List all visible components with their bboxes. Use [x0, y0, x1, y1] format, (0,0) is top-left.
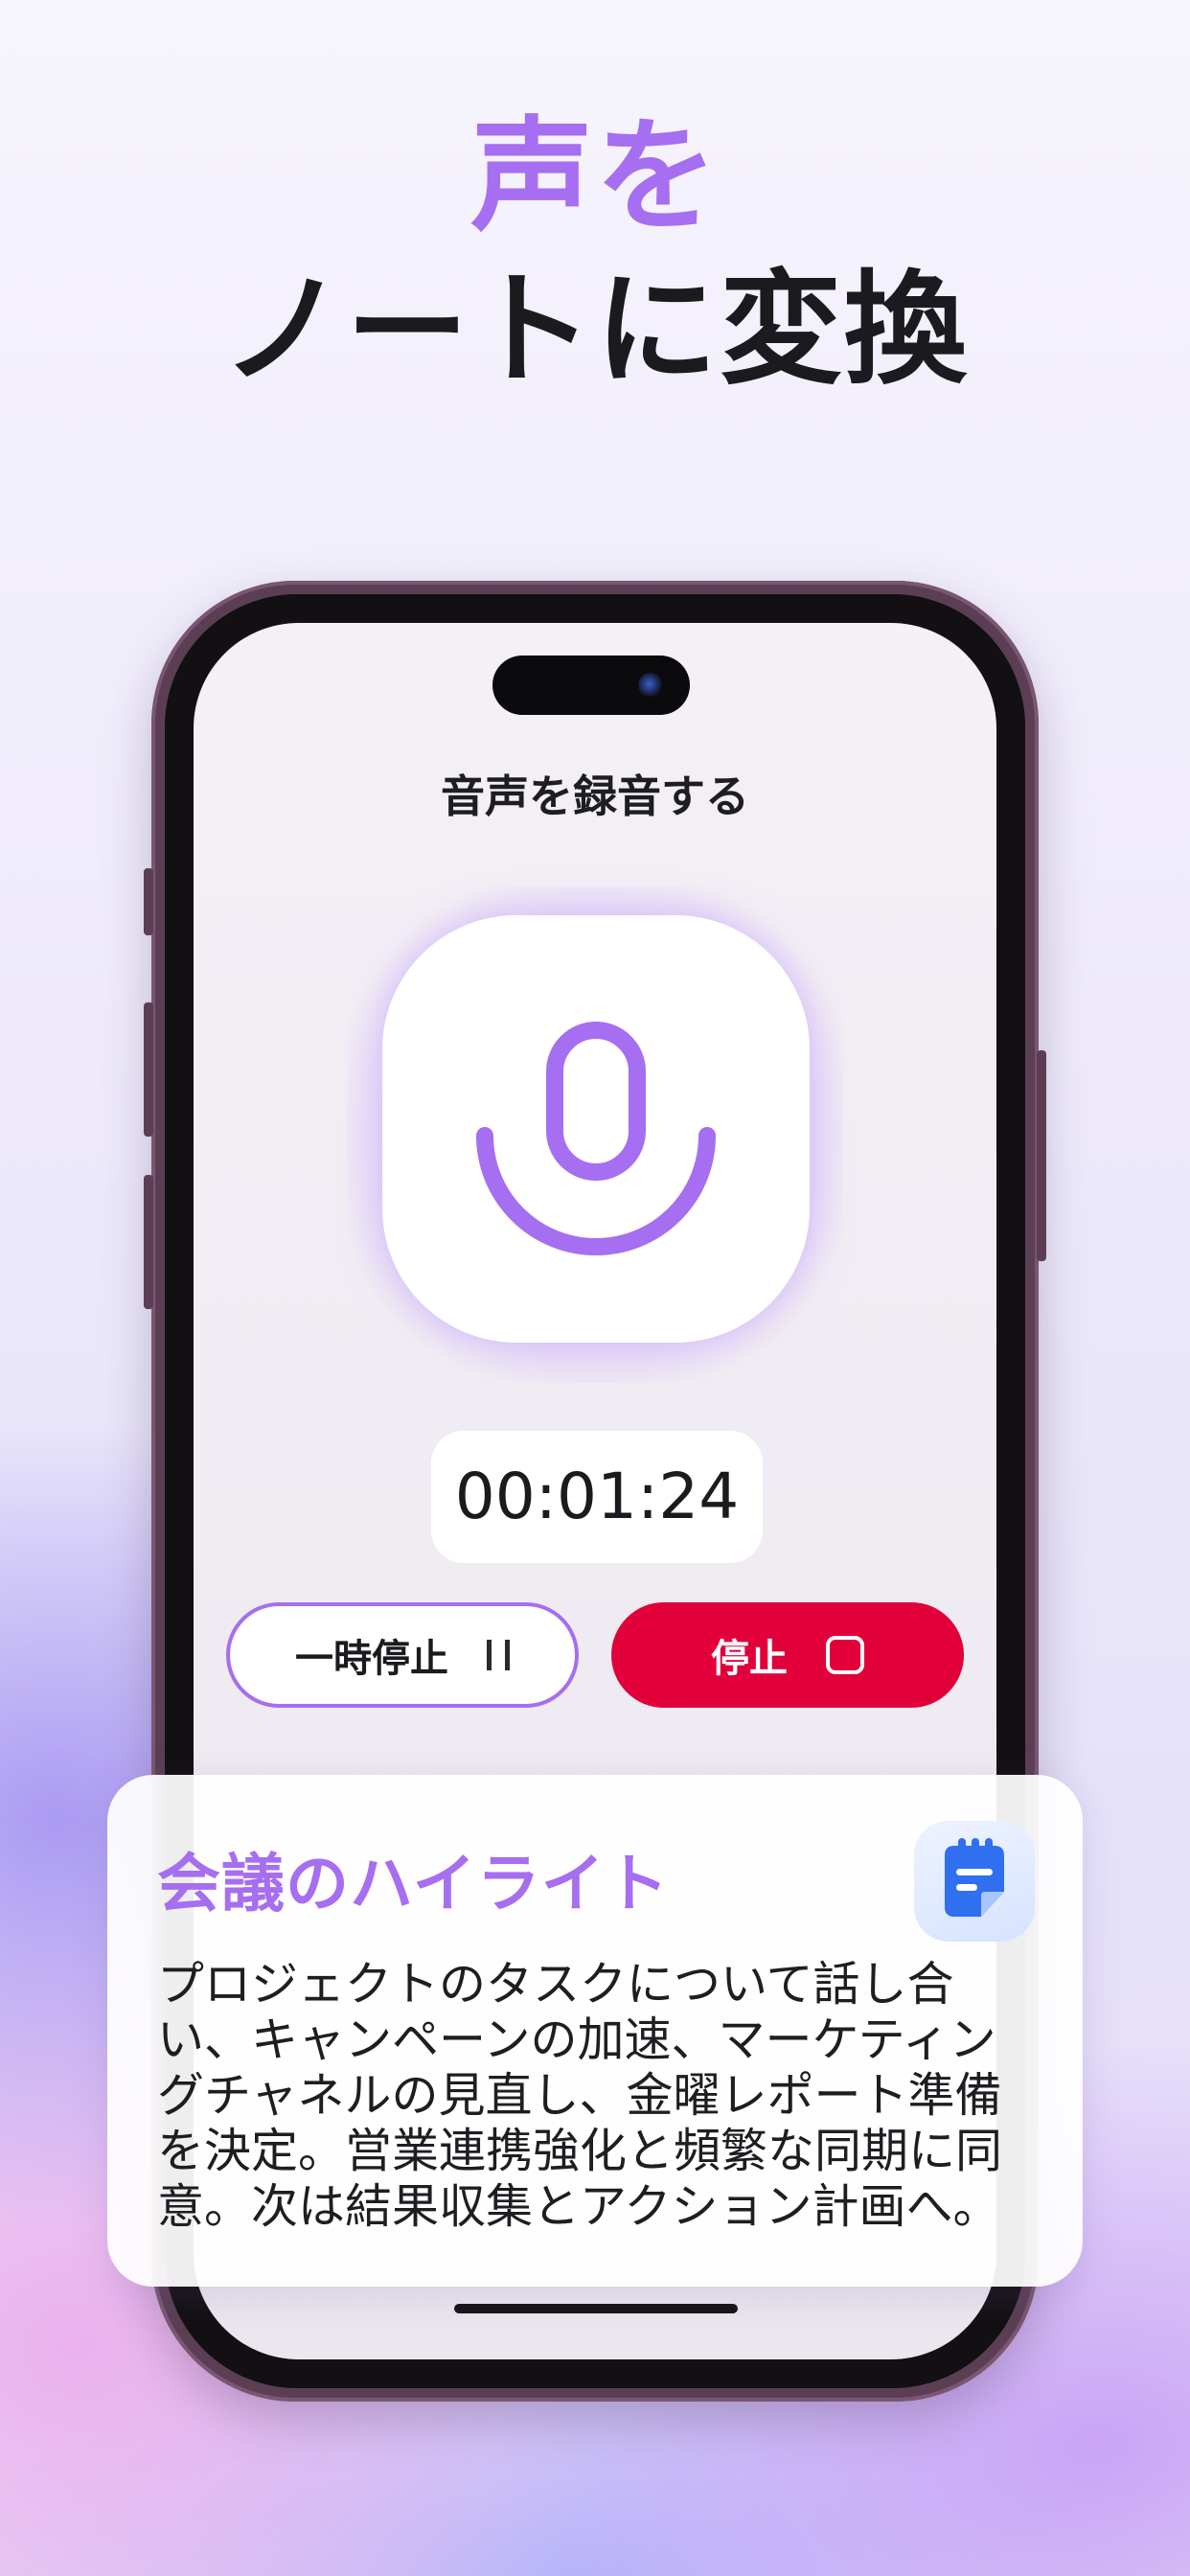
stop-icon	[826, 1636, 864, 1674]
record-mic-button[interactable]	[382, 915, 810, 1343]
meeting-highlight-card: 会議のハイライト プロジェクトのタスクについて話し合い、キャンペーンの加速、マー…	[107, 1775, 1083, 2287]
stop-button[interactable]: 停止	[611, 1602, 964, 1708]
pause-icon	[487, 1640, 510, 1670]
phone-power-button	[1037, 1050, 1046, 1261]
front-camera-icon	[638, 673, 663, 698]
pause-button[interactable]: 一時停止	[226, 1602, 579, 1708]
phone-action-button	[144, 868, 153, 935]
note-app-badge	[914, 1821, 1035, 1942]
home-indicator	[454, 2304, 738, 2313]
highlight-title: 会議のハイライト	[157, 1847, 670, 1920]
recording-timer: 00:01:24	[431, 1431, 763, 1563]
stop-button-label: 停止	[711, 1637, 788, 1681]
record-screen-title: 音声を録音する	[441, 770, 749, 822]
highlight-body: プロジェクトのタスクについて話し合い、キャンペーンの加速、マーケティングチャネル…	[157, 1957, 1003, 2234]
headline-line-2: ノートに変換	[220, 259, 969, 402]
microphone-icon	[476, 1022, 716, 1255]
dynamic-island	[492, 656, 690, 715]
headline-line-1: 声を	[469, 105, 720, 248]
phone-volume-up-button	[144, 1002, 153, 1137]
note-icon	[945, 1838, 1004, 1917]
phone-volume-down-button	[144, 1175, 153, 1309]
pause-button-label: 一時停止	[295, 1637, 448, 1681]
